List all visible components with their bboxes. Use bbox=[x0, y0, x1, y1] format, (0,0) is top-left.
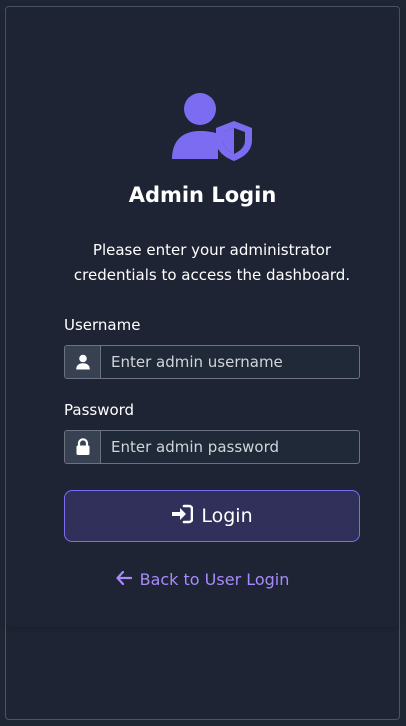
login-card: Admin Login Please enter your administra… bbox=[6, 7, 399, 627]
username-field-group bbox=[64, 345, 360, 379]
user-icon bbox=[65, 346, 101, 378]
page-title: Admin Login bbox=[128, 183, 277, 207]
login-frame: Admin Login Please enter your administra… bbox=[5, 6, 400, 720]
sign-in-icon bbox=[171, 504, 194, 529]
username-input[interactable] bbox=[101, 346, 359, 378]
login-button-label: Login bbox=[201, 505, 253, 527]
username-label: Username bbox=[64, 316, 141, 334]
page-subtitle: Please enter your administrator credenti… bbox=[73, 241, 351, 284]
password-label: Password bbox=[64, 401, 135, 419]
page: Admin Login Please enter your administra… bbox=[0, 0, 406, 726]
password-field-group bbox=[64, 430, 360, 464]
back-to-user-login-link[interactable]: Back to User Login bbox=[6, 570, 399, 589]
login-button[interactable]: Login bbox=[64, 490, 360, 542]
user-shield-icon bbox=[166, 87, 256, 165]
arrow-left-icon bbox=[115, 570, 132, 589]
password-input[interactable] bbox=[101, 431, 359, 463]
back-link-label: Back to User Login bbox=[139, 570, 290, 589]
lock-icon bbox=[65, 431, 101, 463]
